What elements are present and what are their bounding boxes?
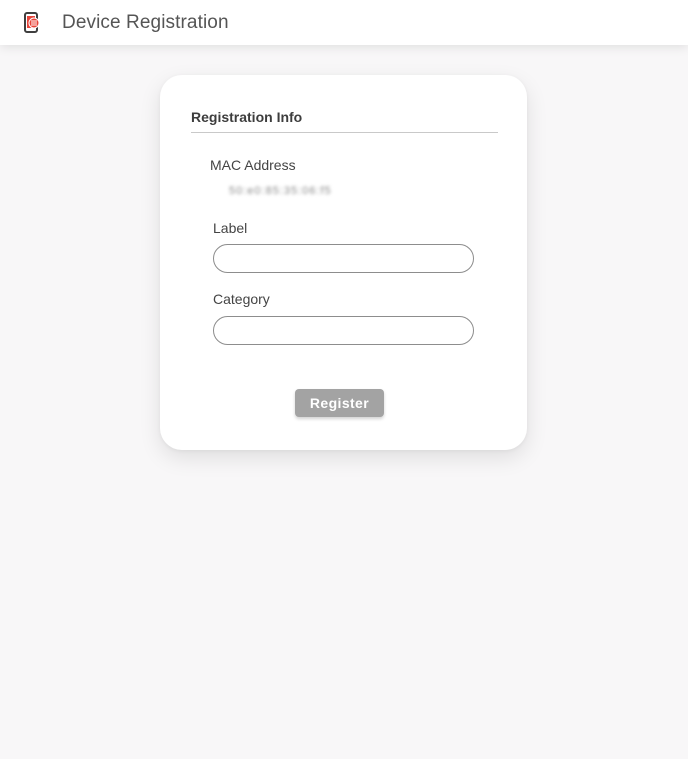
label-field-label: Label <box>213 220 248 236</box>
section-title: Registration Info <box>191 109 303 125</box>
device-registration-icon <box>22 12 42 34</box>
section-divider <box>191 132 498 133</box>
label-input[interactable] <box>213 244 474 273</box>
mac-address-value: 50:e0:85:35:06:f5 <box>229 185 332 197</box>
register-button[interactable]: Register <box>295 389 384 417</box>
registration-card: Registration Info MAC Address 50:e0:85:3… <box>160 75 527 450</box>
app-title: Device Registration <box>62 12 229 33</box>
category-field-label: Category <box>213 291 270 307</box>
category-input[interactable] <box>213 316 474 345</box>
app-bar: Device Registration <box>0 0 688 45</box>
mac-address-label: MAC Address <box>210 157 296 173</box>
